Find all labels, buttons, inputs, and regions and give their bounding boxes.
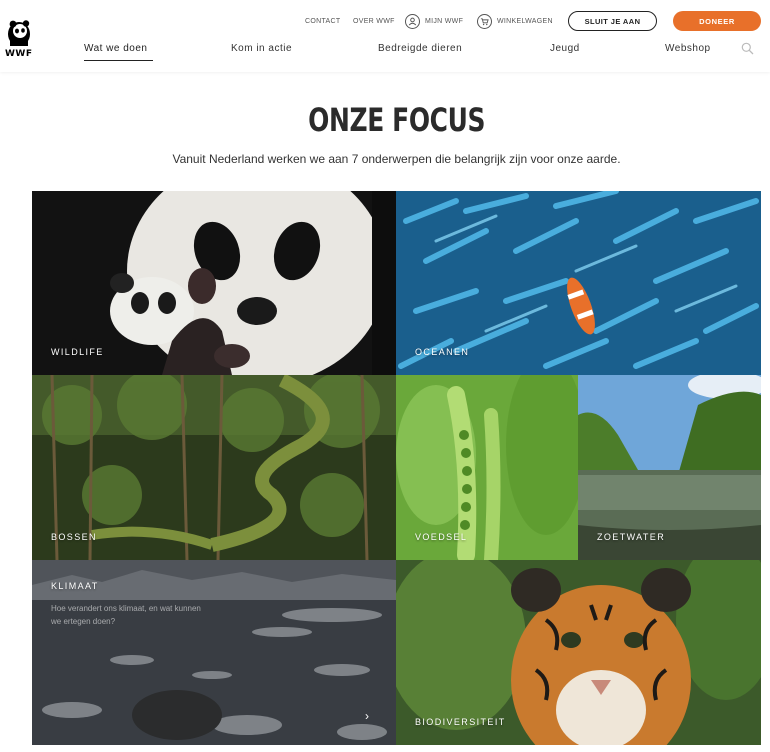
nav-kom-in-actie[interactable]: Kom in actie: [231, 43, 292, 54]
tile-label: VOEDSEL: [415, 532, 468, 542]
tile-biodiversiteit[interactable]: BIODIVERSITEIT: [396, 560, 761, 745]
tile-wildlife[interactable]: WILDLIFE: [32, 191, 396, 375]
tile-klimaat[interactable]: KLIMAAT Hoe verandert ons klimaat, en wa…: [32, 560, 396, 745]
tile-label: KLIMAAT: [51, 581, 99, 591]
tile-label: WILDLIFE: [51, 347, 104, 357]
over-wwf-link[interactable]: OVER WWF: [353, 11, 395, 31]
nav-wat-we-doen[interactable]: Wat we doen: [84, 43, 148, 54]
cart-icon: [477, 13, 492, 29]
tile-voedsel[interactable]: VOEDSEL: [396, 375, 578, 560]
tile-description: Hoe verandert ons klimaat, en wat kunnen…: [51, 604, 201, 626]
tile-bossen[interactable]: BOSSEN: [32, 375, 396, 560]
nav-jeugd[interactable]: Jeugd: [550, 43, 580, 54]
search-icon[interactable]: [741, 42, 754, 55]
contact-label: CONTACT: [305, 17, 341, 25]
logo-text: WWF: [5, 49, 33, 59]
user-icon: [405, 13, 420, 29]
tile-zoetwater[interactable]: ZOETWATER: [578, 375, 761, 560]
tile-label: ZOETWATER: [597, 532, 666, 542]
contact-link[interactable]: CONTACT: [305, 11, 340, 31]
tile-label: OCEANEN: [415, 347, 470, 357]
panda-logo-icon: [8, 20, 30, 46]
sluit-je-aan-button[interactable]: SLUIT JE AAN: [568, 11, 657, 31]
winkelwagen-link[interactable]: WINKELWAGEN: [477, 11, 553, 31]
mijn-wwf-label: MIJN WWF: [425, 17, 464, 25]
tile-label: BOSSEN: [51, 532, 97, 542]
chevron-right-icon[interactable]: ›: [365, 709, 369, 723]
doneer-button[interactable]: DONEER: [673, 11, 761, 31]
wwf-logo[interactable]: WWF: [4, 18, 34, 60]
nav-webshop[interactable]: Webshop: [665, 43, 711, 54]
nav-bedreigde-dieren[interactable]: Bedreigde dieren: [378, 43, 462, 54]
site-header: WWF CONTACT OVER WWF MIJN WWF WINKELWAGE…: [0, 0, 770, 72]
over-wwf-label: OVER WWF: [353, 17, 395, 25]
tile-oceanen[interactable]: OCEANEN: [396, 191, 761, 375]
tile-label: BIODIVERSITEIT: [415, 717, 506, 727]
mijn-wwf-link[interactable]: MIJN WWF: [405, 11, 463, 31]
page-title: ONZE FOCUS: [308, 101, 486, 139]
page-subtitle: Vanuit Nederland werken we aan 7 onderwe…: [172, 152, 621, 166]
winkelwagen-label: WINKELWAGEN: [497, 17, 553, 25]
nav-active-indicator: [84, 60, 153, 61]
